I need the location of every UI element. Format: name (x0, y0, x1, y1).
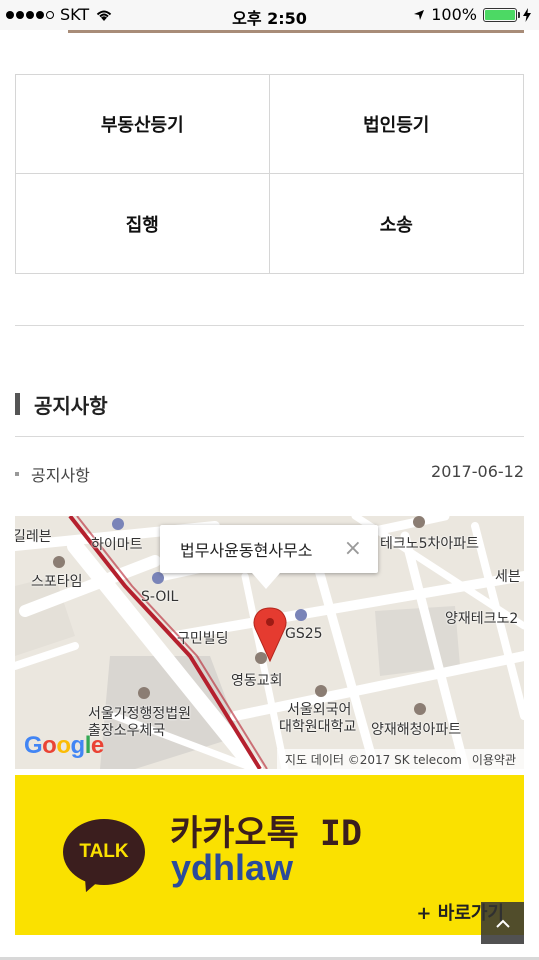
map-label: 테크노5차아파트 (380, 536, 480, 552)
bullet-icon (15, 472, 19, 476)
notice-item-title[interactable]: 공지사항 (31, 462, 90, 486)
category-enforcement[interactable]: 집행 (16, 174, 270, 273)
section-divider (15, 325, 524, 326)
map-data-credit: 지도 데이터 ©2017 SK telecom (284, 752, 462, 767)
map-label: 스포타임 (31, 574, 83, 590)
map-label: 영동교회 (231, 673, 283, 689)
notice-section-header: 공지사항 (15, 390, 108, 418)
notice-title-bar (15, 393, 20, 415)
map-label: 대학원대학교 (279, 719, 357, 735)
map-label: 양재해청아파트 (371, 722, 462, 738)
map-attribution: 지도 데이터 ©2017 SK telecom 이용약관 (276, 749, 524, 769)
service-category-grid: 부동산등기 법인등기 집행 소송 (15, 74, 524, 274)
map-label: 구민빌딩 (177, 631, 229, 647)
chevron-up-icon (495, 919, 510, 928)
map-label: 하이마트 (91, 537, 143, 553)
popup-office-name: 법무사윤동현사무소 (180, 541, 313, 560)
map-label: 길레븐 (15, 529, 52, 545)
notice-item-date: 2017-06-12 (431, 462, 524, 481)
map-label: 양재테크노2 (445, 611, 519, 627)
map-label: GS25 (285, 626, 323, 642)
battery-percent: 100% (431, 5, 477, 24)
kakaotalk-banner[interactable]: TALK 카카오톡 ID ydhlaw + 바로가기 (15, 775, 524, 935)
notice-section-title: 공지사항 (34, 393, 108, 418)
scroll-to-top-button[interactable] (481, 902, 524, 944)
kakao-id-value: ydhlaw (171, 847, 294, 888)
kakao-bubble-text: TALK (79, 841, 129, 862)
office-location-map[interactable]: 길레븐 하이마트 스포타임 S-OIL 구민빌딩 GS25 영동교회 서울가정행… (15, 516, 524, 769)
charging-bolt-icon (523, 7, 531, 22)
map-label: 세븐 (495, 569, 521, 585)
battery-icon (483, 7, 520, 22)
kakao-talk-icon: TALK (63, 819, 145, 885)
battery-level-fill (485, 9, 515, 20)
google-logo: Google (24, 732, 104, 759)
status-bar: SKT 오후 2:50 100% (0, 0, 539, 30)
map-terms-link[interactable]: 이용약관 (472, 751, 516, 768)
category-real-estate-registration[interactable]: 부동산등기 (16, 75, 270, 174)
notice-list-item[interactable]: 공지사항 2017-06-12 (15, 462, 524, 486)
map-label: S-OIL (141, 589, 179, 605)
category-corporate-registration[interactable]: 법인등기 (269, 75, 523, 174)
map-info-popup: 법무사윤동현사무소 × (160, 525, 378, 589)
header-image-edge (68, 30, 524, 33)
close-icon[interactable]: × (344, 536, 362, 561)
location-arrow-icon (414, 9, 425, 20)
status-right: 100% (413, 5, 531, 24)
notice-divider (15, 436, 524, 437)
category-litigation[interactable]: 소송 (270, 174, 524, 273)
